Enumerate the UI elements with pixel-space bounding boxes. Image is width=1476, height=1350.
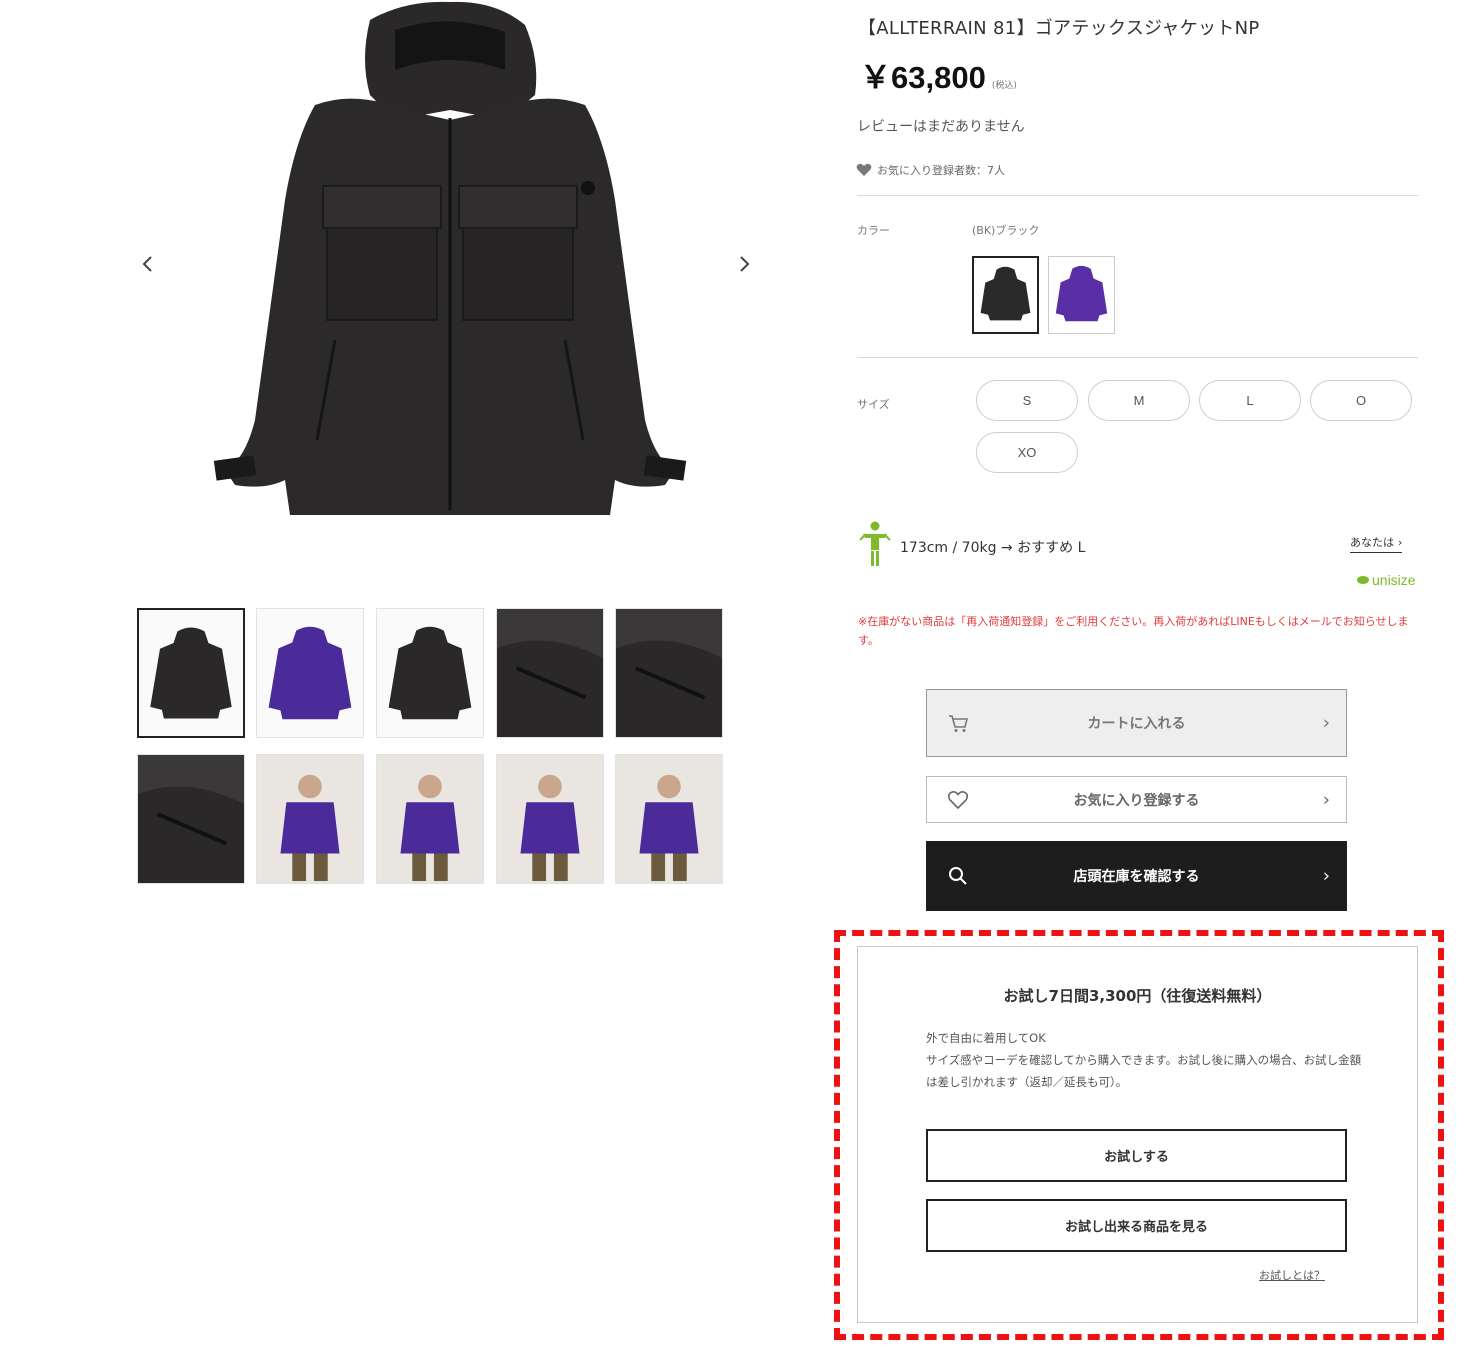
thumbnail-image [268, 626, 352, 720]
color-label: カラー [857, 224, 890, 237]
trial-description: 外で自由に着用してOK サイズ感やコーデを確認してから購入できます。お試し後に購… [926, 1027, 1366, 1093]
what-is-trial-link[interactable]: お試しとは？ [1259, 1267, 1325, 1283]
chevron-right-icon: › [1322, 789, 1330, 810]
size-label: サイズ [857, 398, 890, 411]
thumbnail-image [138, 755, 244, 883]
color-swatch-black[interactable] [972, 256, 1039, 334]
thumbnail-image [497, 609, 603, 737]
trial-panel: お試し7日間3,300円（往復送料無料） 外で自由に着用してOK サイズ感やコー… [857, 946, 1418, 1323]
size-option-xo[interactable]: XO [976, 432, 1078, 473]
tax-note: (税込) [991, 81, 1017, 91]
product-thumbnail[interactable] [137, 608, 245, 738]
thumbnail-image [388, 626, 472, 720]
heart-icon [856, 163, 872, 176]
trial-desc-line2: サイズ感やコーデを確認してから購入できます。お試し後に購入の場合、お試し金額は差… [926, 1053, 1362, 1089]
product-title: 【ALLTERRAIN 81】ゴアテックスジャケットNP [858, 18, 1260, 39]
divider [857, 195, 1418, 196]
product-thumbnail[interactable] [496, 608, 604, 738]
cart-icon [949, 715, 969, 732]
product-thumbnail[interactable] [615, 754, 723, 884]
browse-trial-items-button[interactable]: お試し出来る商品を見る [926, 1199, 1347, 1252]
add-to-favorites-button[interactable]: お気に入り登録する › [926, 776, 1347, 823]
gallery-next-icon[interactable] [730, 250, 758, 278]
reviews-text: レビューはまだありません [857, 119, 1025, 135]
favorite-count-text: お気に入り登録者数：7人 [877, 164, 1005, 177]
chevron-right-icon: › [1398, 535, 1403, 549]
chevron-right-icon: › [1322, 865, 1330, 887]
main-product-image [205, 0, 695, 540]
thumbnail-image [616, 755, 722, 883]
thumbnail-image [257, 755, 363, 883]
unisize-leaf-icon [1357, 576, 1369, 584]
thumbnail-image [616, 609, 722, 737]
trial-title: お試し7日間3,300円（往復送料無料） [1003, 987, 1272, 1005]
unisize-brand-name: unisize [1372, 572, 1416, 588]
recommendation-link-label: あなたは [1350, 536, 1394, 549]
chevron-right-icon: › [1322, 712, 1330, 734]
check-store-stock-label: 店頭在庫を確認する [1073, 869, 1200, 885]
recommendation-text: 173cm / 70kg → おすすめ L [900, 540, 1086, 556]
product-thumbnail[interactable] [137, 754, 245, 884]
size-option-o[interactable]: O [1310, 380, 1412, 421]
product-thumbnail[interactable] [496, 754, 604, 884]
favorite-count: お気に入り登録者数：7人 [856, 162, 1005, 178]
product-thumbnail[interactable] [256, 608, 364, 738]
add-to-favorites-label: お気に入り登録する [1073, 792, 1200, 809]
add-to-cart-label: カートに入れる [1087, 716, 1186, 732]
size-recommendation: 173cm / 70kg → おすすめ L [858, 520, 1085, 568]
search-icon [949, 867, 967, 885]
product-thumbnail[interactable] [256, 754, 364, 884]
thumbnail-image [377, 755, 483, 883]
person-icon [859, 521, 891, 566]
price-row: ￥63,800 (税込) [860, 52, 1017, 97]
add-to-cart-button[interactable]: カートに入れる › [926, 689, 1347, 757]
thumbnail-image [150, 627, 232, 719]
trial-desc-line1: 外で自由に着用してOK [926, 1031, 1046, 1045]
gallery-prev-icon[interactable] [134, 250, 162, 278]
selected-color: (BK)ブラック [972, 224, 1040, 237]
size-option-l[interactable]: L [1199, 380, 1301, 421]
restock-notice: ※在庫がない商品は「再入荷通知登録」をご利用ください。再入荷があればLINEもし… [858, 615, 1409, 647]
check-store-stock-button[interactable]: 店頭在庫を確認する › [926, 841, 1347, 911]
size-option-m[interactable]: M [1088, 380, 1190, 421]
price: ￥63,800 [860, 60, 986, 95]
product-thumbnail[interactable] [376, 608, 484, 738]
heart-outline-icon [947, 790, 969, 809]
color-swatch-purple[interactable] [1048, 256, 1115, 334]
try-on-button[interactable]: お試しする [926, 1129, 1347, 1182]
thumbnail-image [497, 755, 603, 883]
recommendation-link[interactable]: あなたは › [1350, 534, 1403, 553]
product-thumbnail[interactable] [615, 608, 723, 738]
unisize-logo: unisize [1356, 572, 1416, 588]
product-thumbnail[interactable] [376, 754, 484, 884]
size-option-s[interactable]: S [976, 380, 1078, 421]
divider [857, 357, 1418, 358]
